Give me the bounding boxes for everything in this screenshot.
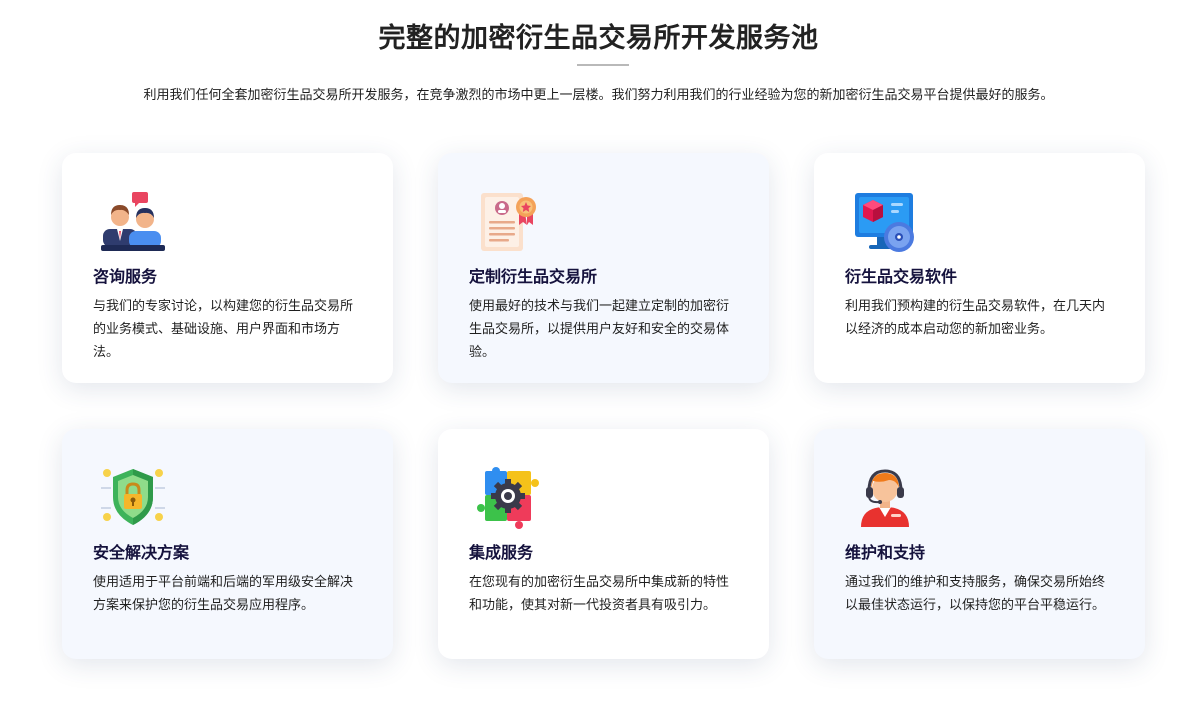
support-headset-agent-icon <box>853 467 917 531</box>
card-title: 维护和支持 <box>845 543 926 562</box>
service-card-consulting: 咨询服务 与我们的专家讨论，以构建您的衍生品交易所的业务模式、基础设施、用户界面… <box>62 153 393 383</box>
software-monitor-icon <box>853 191 917 255</box>
card-description: 使用最好的技术与我们一起建立定制的加密衍生品交易所，以提供用户友好和安全的交易体… <box>469 299 730 360</box>
service-card-trading-software: 衍生品交易软件 利用我们预构建的衍生品交易软件，在几天内以经济的成本启动您的新加… <box>814 153 1145 383</box>
card-title: 衍生品交易软件 <box>845 267 958 286</box>
card-title: 定制衍生品交易所 <box>469 267 598 286</box>
card-description: 利用我们预构建的衍生品交易软件，在几天内以经济的成本启动您的新加密业务。 <box>845 299 1106 337</box>
service-card-maintenance: 维护和支持 通过我们的维护和支持服务，确保交易所始终以最佳状态运行，以保持您的平… <box>814 429 1145 659</box>
service-card-custom-exchange: 定制衍生品交易所 使用最好的技术与我们一起建立定制的加密衍生品交易所，以提供用户… <box>438 153 769 383</box>
service-card-integration: 集成服务 在您现有的加密衍生品交易所中集成新的特性和功能，使其对新一代投资者具有… <box>438 429 769 659</box>
service-card-security: 安全解决方案 使用适用于平台前端和后端的军用级安全解决方案来保护您的衍生品交易应… <box>62 429 393 659</box>
card-title: 咨询服务 <box>93 267 158 286</box>
page-title: 完整的加密衍生品交易所开发服务池 <box>378 23 819 54</box>
integration-puzzle-gear-icon <box>477 467 541 531</box>
certificate-badge-icon <box>477 191 541 255</box>
consulting-people-icon <box>101 191 165 255</box>
title-divider <box>577 64 629 66</box>
card-description: 与我们的专家讨论，以构建您的衍生品交易所的业务模式、基础设施、用户界面和市场方法… <box>93 299 354 360</box>
card-description: 在您现有的加密衍生品交易所中集成新的特性和功能，使其对新一代投资者具有吸引力。 <box>469 575 730 613</box>
card-description: 通过我们的维护和支持服务，确保交易所始终以最佳状态运行，以保持您的平台平稳运行。 <box>845 575 1106 613</box>
intro-text: 利用我们任何全套加密衍生品交易所开发服务，在竞争激烈的市场中更上一层楼。我们努力… <box>143 88 1054 103</box>
card-title: 安全解决方案 <box>93 543 190 562</box>
card-title: 集成服务 <box>469 543 534 562</box>
card-description: 使用适用于平台前端和后端的军用级安全解决方案来保护您的衍生品交易应用程序。 <box>93 575 354 613</box>
security-shield-lock-icon <box>101 467 165 531</box>
